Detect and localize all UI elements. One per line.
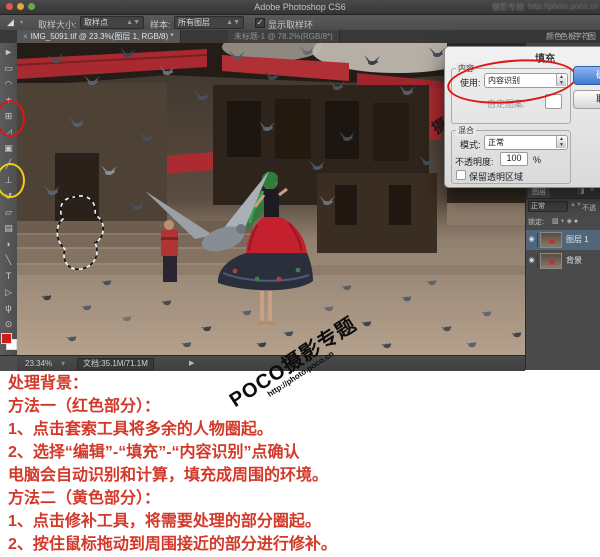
blend-group-label: 混合 [456, 125, 476, 136]
blend-mode-row: 正常 ▲▼ 不透 [526, 201, 600, 213]
lasso-tool-button[interactable]: ◠ [0, 76, 17, 92]
marquee-tool-button[interactable]: ▭ [0, 60, 17, 76]
gradient-tool-icon: ▤ [4, 223, 13, 233]
gradient-tool-button[interactable]: ▤ [0, 220, 17, 236]
instruction-line: 方法一（红色部分）： [8, 395, 598, 418]
eyedropper-preset-icon[interactable]: ◢ [7, 17, 14, 28]
preserve-transparency-checkbox[interactable] [456, 170, 466, 180]
zoom-tool-icon: ⊙ [5, 319, 13, 329]
hand-tool-icon: ψ [5, 303, 11, 313]
document-tab1-label: IMG_5091.tif @ 23.3%(图层 1, RGB/8) * [31, 32, 174, 41]
blur-tool-button[interactable]: ◗ [0, 236, 17, 252]
pen-tool-icon: ╲ [6, 255, 11, 265]
instruction-line: 方法二（黄色部分）： [8, 487, 598, 510]
zoom-level-field[interactable]: 23.34% [25, 359, 52, 368]
visibility-eye-icon[interactable]: ◉ [526, 254, 538, 268]
instruction-line: 2、按住鼠标拖动到周围接近的部分进行修补。 [8, 533, 598, 556]
panel-menu-icon[interactable]: ≡ [590, 187, 594, 194]
titlebar-watermark-url: http://photo.poco.cn [528, 2, 598, 11]
opacity-input[interactable]: 100 [500, 152, 528, 166]
hand-tool-button[interactable]: ψ [0, 300, 17, 316]
lasso-tool-icon: ◠ [5, 79, 13, 89]
sample-dropdown[interactable]: 所有图层 ▲▼ [174, 16, 244, 29]
mac-titlebar: Adobe Photoshop CS6 摄影专题 http://photo.po… [0, 0, 600, 15]
layer-row-layer1[interactable]: ◉ 图层 1 [526, 230, 600, 250]
healing-patch-tool-icon: ▣ [4, 143, 13, 153]
healing-patch-tool-button[interactable]: ▣ [0, 140, 17, 156]
path-select-tool-icon: ▷ [5, 287, 12, 297]
close-tab-icon[interactable]: × [23, 32, 28, 41]
visibility-eye-icon[interactable]: ◉ [526, 233, 538, 247]
mode-label: 模式: [460, 138, 481, 151]
opacity-unit: % [533, 155, 541, 165]
marquee-tool-icon: ▭ [4, 63, 13, 73]
sample-size-dropdown[interactable]: 取样点 ▲▼ [80, 16, 144, 29]
statusbar-corner [0, 355, 17, 371]
status-divider-icon: ▾ [61, 359, 65, 368]
type-tool-button[interactable]: T [0, 268, 17, 284]
status-menu-arrow-icon[interactable]: ▶ [189, 359, 194, 367]
tools-panel: ► ▭ ◠ ∗ ⊞ ◿ ▣ ╱ ⊥ ↺ ▱ ▤ ◗ ╲ T ▷ ψ ⊙ [0, 43, 18, 370]
lock-label: 锁定: [528, 217, 544, 227]
document-tab-bar: ×IMG_5091.tif @ 23.3%(图层 1, RGB/8) * 未标题… [0, 30, 600, 44]
zoom-tool-button[interactable]: ⊙ [0, 316, 17, 332]
mode-dropdown[interactable]: 正常 ▲▼ [484, 135, 568, 150]
cancel-button[interactable]: 取消 [573, 90, 600, 109]
blur-tool-icon: ◗ [6, 239, 11, 249]
ok-button-label: 确定 [596, 70, 600, 80]
preset-dropdown-arrow-icon[interactable]: ▾ [20, 19, 23, 26]
mode-value: 正常 [488, 138, 504, 147]
layer1-thumbnail [540, 232, 562, 248]
fill-dialog: 填充 内容 使用: 内容识别 ▲▼ 自定图案: 混合 模式: 正常 ▲▼ 不透明… [444, 46, 600, 188]
eraser-tool-button[interactable]: ▱ [0, 204, 17, 220]
pen-tool-button[interactable]: ╲ [0, 252, 17, 268]
instruction-line: 电脑会自动识别和计算，填充成周围的环境。 [8, 464, 598, 487]
dropdown-stepper-icon: ▲▼ [226, 17, 240, 28]
blend-stepper-icon: ▲▼ [570, 202, 582, 208]
document-size-info: 文档:35.1M/71.1M [77, 358, 154, 370]
tutorial-text-block: 处理背景： 方法一（红色部分）： 1、点击套索工具将多余的人物圈起。 2、选择“… [8, 372, 598, 556]
panel-collapse-icon[interactable]: ◨ [578, 187, 585, 195]
lock-icons[interactable]: ▨ + ◈ ● [552, 217, 578, 225]
move-tool-button[interactable]: ► [0, 44, 17, 60]
dropdown-stepper-icon: ▲▼ [126, 17, 140, 28]
type-tool-icon: T [6, 271, 12, 281]
document-size-text: 文档:35.1M/71.1M [83, 359, 148, 368]
document-tab-inactive[interactable]: 未标题-1 @ 78.2%(RGB/8*) [228, 30, 340, 43]
instruction-line: 2、选择“编辑”-“填充”-“内容识别”点确认 [8, 441, 598, 464]
instruction-line: 1、点击修补工具，将需要处理的部分圈起。 [8, 510, 598, 533]
ok-button[interactable]: 确定 [573, 66, 600, 85]
background-name: 背景 [566, 251, 582, 271]
background-thumbnail [540, 253, 562, 269]
show-sampling-ring-checkbox[interactable]: ✓ [255, 18, 265, 28]
sample-value: 所有图层 [178, 18, 210, 27]
instruction-line: 1、点击套索工具将多余的人物圈起。 [8, 418, 598, 441]
foreground-color-swatch[interactable] [1, 333, 12, 344]
layer-row-background[interactable]: ◉ 背景 [526, 251, 600, 271]
tool-options-bar: ◢ ▾ 取样大小: 取样点▲▼ 样本: 所有图层▲▼ ✓ 显示取样环 [0, 15, 600, 31]
blend-mode-value: 正常 [531, 203, 545, 210]
blend-mode-dropdown[interactable]: 正常 [528, 201, 568, 212]
sample-size-value: 取样点 [84, 18, 108, 27]
titlebar-watermark-brand: 摄影专题 [492, 2, 524, 13]
move-tool-icon: ► [4, 47, 13, 57]
cancel-button-label: 取消 [596, 94, 600, 104]
lock-row: 锁定: ▨ + ◈ ● [526, 216, 600, 228]
opacity-label-partial: 不透 [582, 203, 596, 213]
dropdown-stepper-icon: ▲▼ [556, 136, 566, 148]
opacity-value: 100 [506, 153, 521, 163]
eraser-tool-icon: ▱ [5, 207, 12, 217]
document-tab-active[interactable]: ×IMG_5091.tif @ 23.3%(图层 1, RGB/8) * [17, 30, 181, 43]
layer1-name: 图层 1 [566, 230, 589, 250]
preserve-transparency-label: 保留透明区域 [469, 170, 523, 183]
path-select-tool-button[interactable]: ▷ [0, 284, 17, 300]
document-tab2-label: 未标题-1 @ 78.2%(RGB/8*) [234, 32, 333, 41]
opacity-label: 不透明度: [455, 155, 494, 168]
